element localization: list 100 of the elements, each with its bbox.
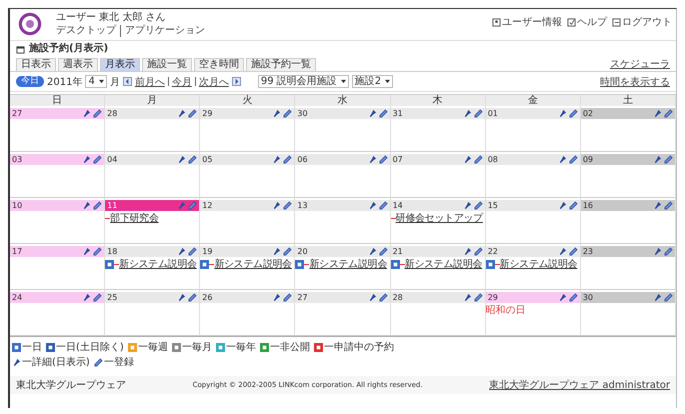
pencil-icon[interactable] xyxy=(94,358,103,366)
pin-icon[interactable] xyxy=(558,293,567,302)
pin-icon[interactable] xyxy=(558,201,567,210)
show-time-link[interactable]: 時間を表示する xyxy=(600,74,670,88)
pin-icon[interactable] xyxy=(653,247,662,256)
pin-icon[interactable] xyxy=(177,293,186,302)
user-card-icon[interactable] xyxy=(492,18,501,26)
pin-icon[interactable] xyxy=(368,247,377,256)
pin-icon[interactable] xyxy=(462,247,472,256)
pencil-icon[interactable] xyxy=(378,293,388,302)
event-link[interactable]: 部下研究会 xyxy=(110,211,159,225)
tab[interactable]: 日表示 xyxy=(16,58,56,71)
pencil-icon[interactable] xyxy=(188,155,198,164)
checkbox-icon[interactable] xyxy=(567,18,576,26)
pencil-icon[interactable] xyxy=(188,293,198,302)
pencil-icon[interactable] xyxy=(474,247,483,256)
pin-icon[interactable] xyxy=(82,109,92,118)
event-link[interactable]: 新システム説明会 xyxy=(404,257,482,271)
pencil-icon[interactable] xyxy=(378,109,388,118)
header-link[interactable]: ログアウト xyxy=(622,15,672,29)
pencil-icon[interactable] xyxy=(664,247,673,256)
nav-link[interactable]: デスクトップ xyxy=(56,25,116,37)
pencil-icon[interactable] xyxy=(93,293,102,302)
header-link[interactable]: ヘルプ xyxy=(577,15,607,29)
pin-icon[interactable] xyxy=(558,247,567,256)
pin-icon[interactable] xyxy=(272,201,282,210)
pencil-icon[interactable] xyxy=(664,109,673,118)
pin-icon[interactable] xyxy=(82,201,92,210)
pencil-icon[interactable] xyxy=(283,201,292,210)
pencil-icon[interactable] xyxy=(378,247,388,256)
pencil-icon[interactable] xyxy=(664,155,673,164)
month-select[interactable]: 4 xyxy=(85,75,107,88)
pencil-icon[interactable] xyxy=(568,247,578,256)
pin-icon[interactable] xyxy=(272,155,282,164)
pencil-icon[interactable] xyxy=(188,247,198,256)
pin-icon[interactable] xyxy=(82,155,92,164)
facility-group-select[interactable]: 99 説明会用施設 xyxy=(258,75,349,88)
pin-icon[interactable] xyxy=(368,293,377,302)
pencil-icon[interactable] xyxy=(378,201,388,210)
tab[interactable]: 週表示 xyxy=(58,58,98,71)
pin-icon[interactable] xyxy=(177,109,186,118)
pin-icon[interactable] xyxy=(462,109,472,118)
pin-icon[interactable] xyxy=(653,155,662,164)
pin-icon[interactable] xyxy=(462,293,472,302)
pencil-icon[interactable] xyxy=(474,109,483,118)
pencil-icon[interactable] xyxy=(378,155,388,164)
pencil-icon[interactable] xyxy=(568,155,578,164)
caret-icon[interactable] xyxy=(385,79,390,84)
pencil-icon[interactable] xyxy=(93,155,102,164)
pin-icon[interactable] xyxy=(82,247,92,256)
previous-month-link[interactable]: 前月へ xyxy=(134,74,165,88)
pin-icon[interactable] xyxy=(177,155,186,164)
header-link[interactable]: ユーザー情報 xyxy=(502,15,562,29)
caret-icon[interactable] xyxy=(340,79,346,84)
pin-icon[interactable] xyxy=(368,109,377,118)
previous-icon[interactable] xyxy=(122,77,132,86)
pin-icon[interactable] xyxy=(558,109,567,118)
pencil-icon[interactable] xyxy=(283,247,292,256)
caret-icon[interactable] xyxy=(98,79,104,84)
event-link[interactable]: 研修会セットアップ xyxy=(396,211,483,225)
pin-icon[interactable] xyxy=(653,109,662,118)
pencil-icon[interactable] xyxy=(283,109,292,118)
pin-icon[interactable] xyxy=(462,155,472,164)
pencil-icon[interactable] xyxy=(664,293,673,302)
pencil-icon[interactable] xyxy=(664,201,673,210)
tab[interactable]: 月表示 xyxy=(100,58,140,71)
tab[interactable]: 空き時間 xyxy=(194,58,244,71)
pencil-icon[interactable] xyxy=(188,109,198,118)
pencil-icon[interactable] xyxy=(474,201,483,210)
pin-icon[interactable] xyxy=(368,155,377,164)
pencil-icon[interactable] xyxy=(283,293,292,302)
pencil-icon[interactable] xyxy=(474,293,483,302)
pin-icon[interactable] xyxy=(272,293,282,302)
pencil-icon[interactable] xyxy=(283,155,292,164)
pin-icon[interactable] xyxy=(272,109,282,118)
pencil-icon[interactable] xyxy=(568,201,578,210)
pencil-icon[interactable] xyxy=(93,247,102,256)
pencil-icon[interactable] xyxy=(568,109,578,118)
facility-select[interactable]: 施設2 xyxy=(352,75,394,88)
tab[interactable]: 施設一覧 xyxy=(142,58,192,71)
pencil-icon[interactable] xyxy=(568,293,578,302)
event-link[interactable]: 新システム説明会 xyxy=(214,257,292,271)
pencil-icon[interactable] xyxy=(474,155,483,164)
scheduler-link[interactable]: スケジューラ xyxy=(610,57,670,71)
event-link[interactable]: 新システム説明会 xyxy=(119,257,197,271)
pin-icon[interactable] xyxy=(558,155,567,164)
pin-icon[interactable] xyxy=(368,201,377,210)
pin-icon[interactable] xyxy=(653,293,662,302)
pin-icon[interactable] xyxy=(12,358,21,366)
pencil-icon[interactable] xyxy=(93,201,102,210)
pin-icon[interactable] xyxy=(82,293,92,302)
pin-icon[interactable] xyxy=(462,201,472,210)
administrator-link[interactable]: 東北大学グループウェア administrator xyxy=(489,378,670,392)
pencil-icon[interactable] xyxy=(93,109,102,118)
next-month-link[interactable]: 次月へ xyxy=(198,74,229,88)
pin-icon[interactable] xyxy=(272,247,282,256)
pin-icon[interactable] xyxy=(653,201,662,210)
next-icon[interactable] xyxy=(232,77,241,86)
today-button[interactable]: 今日 xyxy=(16,76,44,87)
current-month-link[interactable]: 今月 xyxy=(172,74,192,88)
